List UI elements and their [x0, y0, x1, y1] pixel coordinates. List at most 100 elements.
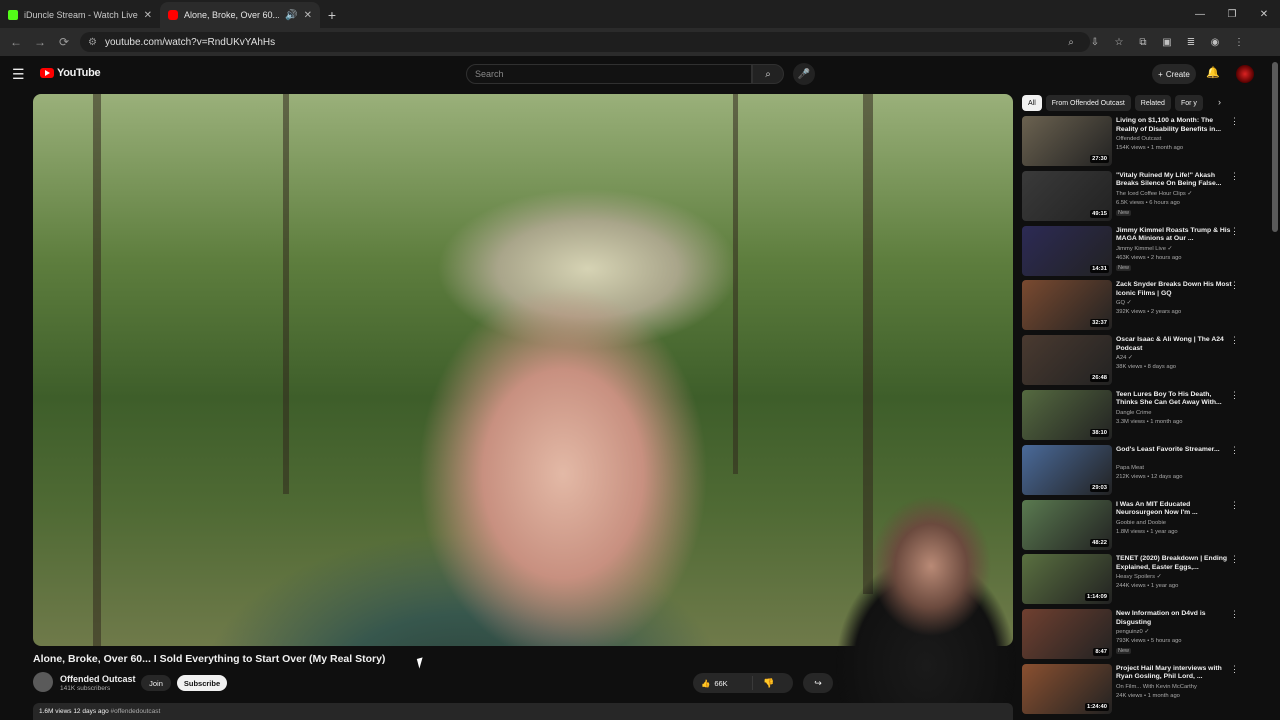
- profile-icon[interactable]: ◉: [1204, 32, 1226, 52]
- more-options-icon[interactable]: ⋮: [1230, 116, 1239, 127]
- recommendation-title[interactable]: Teen Lures Boy To His Death, Thinks She …: [1116, 391, 1232, 408]
- video-thumbnail[interactable]: 38:10: [1022, 389, 1112, 440]
- recommendation-channel[interactable]: Heavy Spoilers ✓: [1116, 574, 1161, 580]
- maximize-icon[interactable]: ❐: [1216, 0, 1248, 28]
- chevron-right-icon[interactable]: ›: [1218, 97, 1221, 107]
- recommendation-title[interactable]: New Information on D4vd is Disgusting: [1116, 610, 1232, 627]
- recommendation-item[interactable]: 48:22 I Was An MIT Educated Neurosurgeon …: [1022, 499, 1248, 555]
- video-thumbnail[interactable]: 26:48: [1022, 335, 1112, 386]
- chip-from-channel[interactable]: From Offended Outcast: [1045, 95, 1131, 111]
- hashtag-link[interactable]: #offendedoutcast: [111, 708, 161, 715]
- recommendation-channel[interactable]: On Film... With Kevin McCarthy: [1116, 684, 1197, 690]
- video-thumbnail[interactable]: 14:31: [1022, 225, 1112, 276]
- notifications-bell-icon[interactable]: 🔔: [1206, 66, 1220, 79]
- recommendation-item[interactable]: 49:15 "Vitaly Ruined My Life!" Akash Brea…: [1022, 170, 1248, 226]
- hamburger-menu-icon[interactable]: ☰: [12, 66, 25, 83]
- more-options-icon[interactable]: ⋮: [1230, 554, 1239, 565]
- video-thumbnail[interactable]: 32:37: [1022, 280, 1112, 331]
- share-button[interactable]: ↪: [803, 673, 833, 693]
- recommendation-channel[interactable]: Dangle Crime: [1116, 410, 1151, 416]
- voice-search-button[interactable]: 🎤: [793, 63, 815, 85]
- minimize-icon[interactable]: —: [1184, 0, 1216, 28]
- recommendation-channel[interactable]: Jimmy Kimmel Live ✓: [1116, 246, 1172, 252]
- recommendation-title[interactable]: Zack Snyder Breaks Down His Most Iconic …: [1116, 281, 1232, 298]
- extensions-icon[interactable]: ⧉: [1132, 32, 1154, 52]
- recommendation-channel[interactable]: Offended Outcast: [1116, 136, 1161, 142]
- recommendation-item[interactable]: 38:10 Teen Lures Boy To His Death, Thinks…: [1022, 389, 1248, 445]
- channel-name[interactable]: Offended Outcast: [60, 674, 136, 684]
- more-options-icon[interactable]: ⋮: [1230, 500, 1239, 511]
- site-info-icon[interactable]: ⚙: [88, 37, 97, 48]
- recommendation-item[interactable]: 26:48 Oscar Isaac & Ali Wong | The A24 Po…: [1022, 335, 1248, 390]
- recommendation-item[interactable]: 8:47 New Information on D4vd is Disgustin…: [1022, 609, 1248, 664]
- join-button[interactable]: Join: [141, 675, 171, 691]
- tab-close-icon[interactable]: ✕: [304, 10, 312, 21]
- video-thumbnail[interactable]: 8:47: [1022, 609, 1112, 660]
- recommendation-channel[interactable]: Papa Meat: [1116, 465, 1144, 471]
- tab-audio-icon[interactable]: 🔊: [285, 10, 297, 21]
- forward-arrow-icon[interactable]: →: [28, 30, 52, 54]
- more-options-icon[interactable]: ⋮: [1230, 609, 1239, 620]
- video-thumbnail[interactable]: 27:30: [1022, 116, 1112, 166]
- account-avatar[interactable]: [1236, 65, 1254, 83]
- more-options-icon[interactable]: ⋮: [1230, 171, 1239, 182]
- more-options-icon[interactable]: ⋮: [1230, 280, 1239, 291]
- video-thumbnail[interactable]: 1:24:40: [1022, 663, 1112, 714]
- more-options-icon[interactable]: ⋮: [1230, 664, 1239, 675]
- video-thumbnail[interactable]: 29:03: [1022, 444, 1112, 495]
- video-thumbnail[interactable]: 48:22: [1022, 499, 1112, 550]
- youtube-logo[interactable]: YouTube: [40, 67, 101, 79]
- recommendation-title[interactable]: TENET (2020) Breakdown | Ending Explaine…: [1116, 555, 1232, 572]
- recommendation-item[interactable]: 1:24:40 Project Hail Mary interviews with…: [1022, 663, 1248, 719]
- new-tab-button[interactable]: +: [320, 2, 344, 28]
- chip-for-you[interactable]: For y: [1174, 95, 1203, 111]
- more-options-icon[interactable]: ⋮: [1230, 226, 1239, 237]
- recommendation-title[interactable]: Project Hail Mary interviews with Ryan G…: [1116, 665, 1232, 682]
- recommendation-item[interactable]: 1:14:09 TENET (2020) Breakdown | Ending E…: [1022, 554, 1248, 609]
- media-icon[interactable]: ≣: [1180, 32, 1202, 52]
- dislike-button[interactable]: 👎: [753, 678, 774, 689]
- video-thumbnail[interactable]: 1:14:09: [1022, 554, 1112, 605]
- more-options-icon[interactable]: ⋮: [1230, 390, 1239, 401]
- recommendation-item[interactable]: 27:30 Living on $1,100 a Month: The Reali…: [1022, 116, 1248, 171]
- recommendation-channel[interactable]: Goobie and Doobie: [1116, 520, 1166, 526]
- search-input[interactable]: Search: [466, 64, 752, 84]
- channel-avatar[interactable]: [33, 672, 53, 692]
- recommendation-title[interactable]: "Vitaly Ruined My Life!" Akash Breaks Si…: [1116, 172, 1232, 189]
- browser-tab-youtube[interactable]: Alone, Broke, Over 60... I Sold Everythi…: [160, 2, 320, 28]
- subscribe-button[interactable]: Subscribe: [177, 675, 227, 691]
- recommendation-channel[interactable]: GQ ✓: [1116, 300, 1132, 306]
- search-button[interactable]: ⌕: [752, 64, 784, 84]
- chip-all[interactable]: All: [1022, 95, 1042, 111]
- zoom-icon[interactable]: ⌕: [1060, 32, 1082, 52]
- chip-related[interactable]: Related: [1134, 95, 1171, 111]
- recommendation-title[interactable]: Jimmy Kimmel Roasts Trump & His MAGA Min…: [1116, 227, 1232, 244]
- address-bar[interactable]: ⚙ youtube.com/watch?v=RndUKvYAhHs: [80, 32, 1090, 52]
- recommendation-channel[interactable]: penguinz0 ✓: [1116, 629, 1149, 635]
- recommendation-channel[interactable]: The Iced Coffee Hour Clips ✓: [1116, 191, 1192, 197]
- create-button[interactable]: + Create: [1152, 64, 1196, 84]
- reload-icon[interactable]: ⟳: [52, 30, 76, 54]
- like-button[interactable]: 👍 66K: [693, 676, 753, 690]
- recommendation-item[interactable]: 14:31 Jimmy Kimmel Roasts Trump & His MAG…: [1022, 225, 1248, 281]
- close-window-icon[interactable]: ✕: [1248, 0, 1280, 28]
- recommendation-title[interactable]: Oscar Isaac & Ali Wong | The A24 Podcast: [1116, 336, 1232, 353]
- page-scrollbar[interactable]: [1272, 62, 1278, 232]
- video-thumbnail[interactable]: 49:15: [1022, 170, 1112, 221]
- more-options-icon[interactable]: ⋮: [1230, 445, 1239, 456]
- browser-tab-kick[interactable]: iDuncle Stream - Watch Live on Kick ✕: [0, 2, 160, 28]
- more-options-icon[interactable]: ⋮: [1230, 335, 1239, 346]
- description-box[interactable]: 1.6M views 12 days ago #offendedoutcast: [33, 703, 1013, 720]
- recommendation-title[interactable]: Living on $1,100 a Month: The Reality of…: [1116, 117, 1232, 134]
- recommendation-item[interactable]: 32:37 Zack Snyder Breaks Down His Most Ic…: [1022, 280, 1248, 335]
- install-app-icon[interactable]: ⇩: [1084, 32, 1106, 52]
- recommendation-title[interactable]: God's Least Favorite Streamer...: [1116, 446, 1232, 455]
- tab-close-icon[interactable]: ✕: [144, 10, 152, 21]
- recommendation-title[interactable]: I Was An MIT Educated Neurosurgeon Now I…: [1116, 501, 1232, 518]
- menu-dots-icon[interactable]: ⋮: [1228, 32, 1250, 52]
- recommendation-item[interactable]: 29:03 God's Least Favorite Streamer... Pap…: [1022, 444, 1248, 500]
- sidebar-icon[interactable]: ▣: [1156, 32, 1178, 52]
- back-arrow-icon[interactable]: ←: [4, 30, 28, 54]
- bookmark-star-icon[interactable]: ☆: [1108, 32, 1130, 52]
- recommendation-channel[interactable]: A24 ✓: [1116, 355, 1133, 361]
